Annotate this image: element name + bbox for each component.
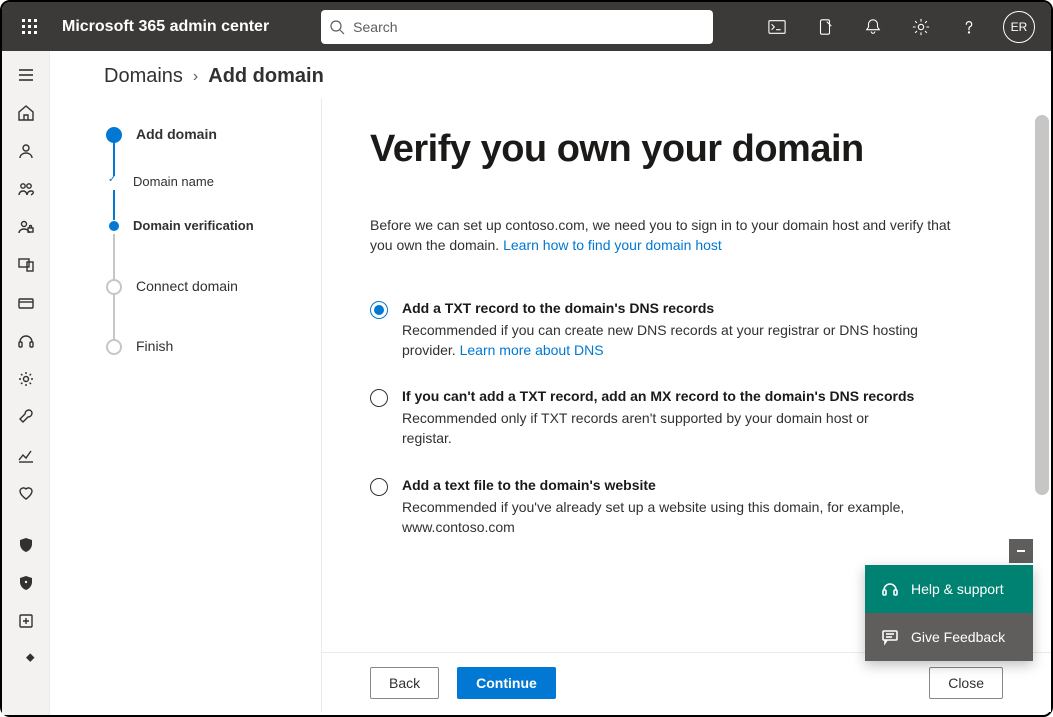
- step-connect-domain[interactable]: Connect domain: [106, 278, 321, 338]
- search-wrap: [321, 10, 713, 44]
- nav-security-icon[interactable]: [2, 527, 50, 563]
- nav-health-icon[interactable]: [2, 475, 50, 511]
- intro-link[interactable]: Learn how to find your domain host: [503, 237, 722, 253]
- search-input[interactable]: [353, 19, 705, 35]
- step-domain-verification[interactable]: Domain verification: [106, 218, 321, 278]
- radio-button[interactable]: [370, 301, 388, 319]
- panel-footer: Back Continue Close: [322, 652, 1051, 712]
- breadcrumb: Domains › Add domain: [50, 51, 1051, 98]
- nav-teams-icon[interactable]: [2, 171, 50, 207]
- option-title: If you can't add a TXT record, add an MX…: [402, 388, 922, 404]
- help-icon[interactable]: [947, 3, 991, 51]
- back-button[interactable]: Back: [370, 667, 439, 699]
- option-text-file[interactable]: Add a text file to the domain's website …: [370, 477, 995, 538]
- settings-icon[interactable]: [899, 3, 943, 51]
- step-add-domain[interactable]: Add domain: [106, 126, 321, 174]
- close-button[interactable]: Close: [929, 667, 1003, 699]
- step-domain-name[interactable]: Domain name: [106, 174, 321, 218]
- feedback-label: Give Feedback: [911, 629, 1005, 645]
- intro-text: Before we can set up contoso.com, we nee…: [370, 215, 970, 256]
- step-finish[interactable]: Finish: [106, 338, 321, 355]
- cloud-shell-icon[interactable]: [755, 3, 799, 51]
- app-launcher-icon[interactable]: [10, 7, 50, 47]
- wizard-stepper: Add domain Domain name Domain verificati…: [50, 98, 322, 712]
- step-label: Domain verification: [133, 218, 254, 233]
- step-label: Add domain: [136, 126, 217, 142]
- nav-setup-icon[interactable]: [2, 399, 50, 435]
- continue-button[interactable]: Continue: [457, 667, 556, 699]
- help-feedback-panel: Help & support Give Feedback: [865, 565, 1033, 661]
- nav-all-apps-icon[interactable]: [2, 641, 50, 677]
- nav-billing-icon[interactable]: [2, 285, 50, 321]
- option-desc: Recommended if you've already set up a w…: [402, 497, 922, 538]
- nav-reports-icon[interactable]: [2, 437, 50, 473]
- breadcrumb-parent[interactable]: Domains: [104, 65, 183, 88]
- content-area: Domains › Add domain Add domain Domain n…: [50, 51, 1051, 715]
- option-desc: Recommended if you can create new DNS re…: [402, 320, 922, 361]
- device-icon[interactable]: [803, 3, 847, 51]
- verification-options: Add a TXT record to the domain's DNS rec…: [370, 300, 995, 538]
- nav-admin-icon[interactable]: [2, 603, 50, 639]
- chat-icon: [881, 628, 899, 646]
- nav-devices-icon[interactable]: [2, 247, 50, 283]
- scrollbar-thumb[interactable]: [1035, 115, 1049, 495]
- help-label: Help & support: [911, 581, 1004, 597]
- nav-home-icon[interactable]: [2, 95, 50, 131]
- step-label: Finish: [136, 338, 173, 354]
- page-title: Verify you own your domain: [370, 128, 995, 171]
- search-icon: [329, 19, 345, 35]
- float-panel-toggle[interactable]: [1009, 539, 1033, 563]
- option-title: Add a text file to the domain's website: [402, 477, 922, 493]
- nav-settings-icon[interactable]: [2, 361, 50, 397]
- headset-icon: [881, 580, 899, 598]
- notifications-icon[interactable]: [851, 3, 895, 51]
- scrollbar[interactable]: [1033, 115, 1049, 707]
- left-nav-rail: [2, 51, 50, 715]
- nav-users-icon[interactable]: [2, 133, 50, 169]
- nav-toggle-icon[interactable]: [2, 57, 50, 93]
- help-support-button[interactable]: Help & support: [865, 565, 1033, 613]
- option-title: Add a TXT record to the domain's DNS rec…: [402, 300, 922, 316]
- option-txt-record[interactable]: Add a TXT record to the domain's DNS rec…: [370, 300, 995, 361]
- option-desc-link[interactable]: Learn more about DNS: [460, 342, 604, 358]
- radio-button[interactable]: [370, 478, 388, 496]
- step-label: Domain name: [133, 174, 214, 189]
- breadcrumb-current: Add domain: [208, 65, 324, 88]
- app-title: Microsoft 365 admin center: [62, 18, 269, 36]
- top-bar: Microsoft 365 admin center ER: [2, 2, 1051, 51]
- give-feedback-button[interactable]: Give Feedback: [865, 613, 1033, 661]
- chevron-right-icon: ›: [193, 68, 198, 86]
- option-mx-record[interactable]: If you can't add a TXT record, add an MX…: [370, 388, 995, 449]
- account-avatar[interactable]: ER: [1003, 11, 1035, 43]
- radio-button[interactable]: [370, 389, 388, 407]
- shell: Domains › Add domain Add domain Domain n…: [2, 51, 1051, 715]
- step-label: Connect domain: [136, 278, 238, 294]
- search-box[interactable]: [321, 10, 713, 44]
- nav-support-icon[interactable]: [2, 323, 50, 359]
- nav-compliance-icon[interactable]: [2, 565, 50, 601]
- option-desc: Recommended only if TXT records aren't s…: [402, 408, 922, 449]
- nav-roles-icon[interactable]: [2, 209, 50, 245]
